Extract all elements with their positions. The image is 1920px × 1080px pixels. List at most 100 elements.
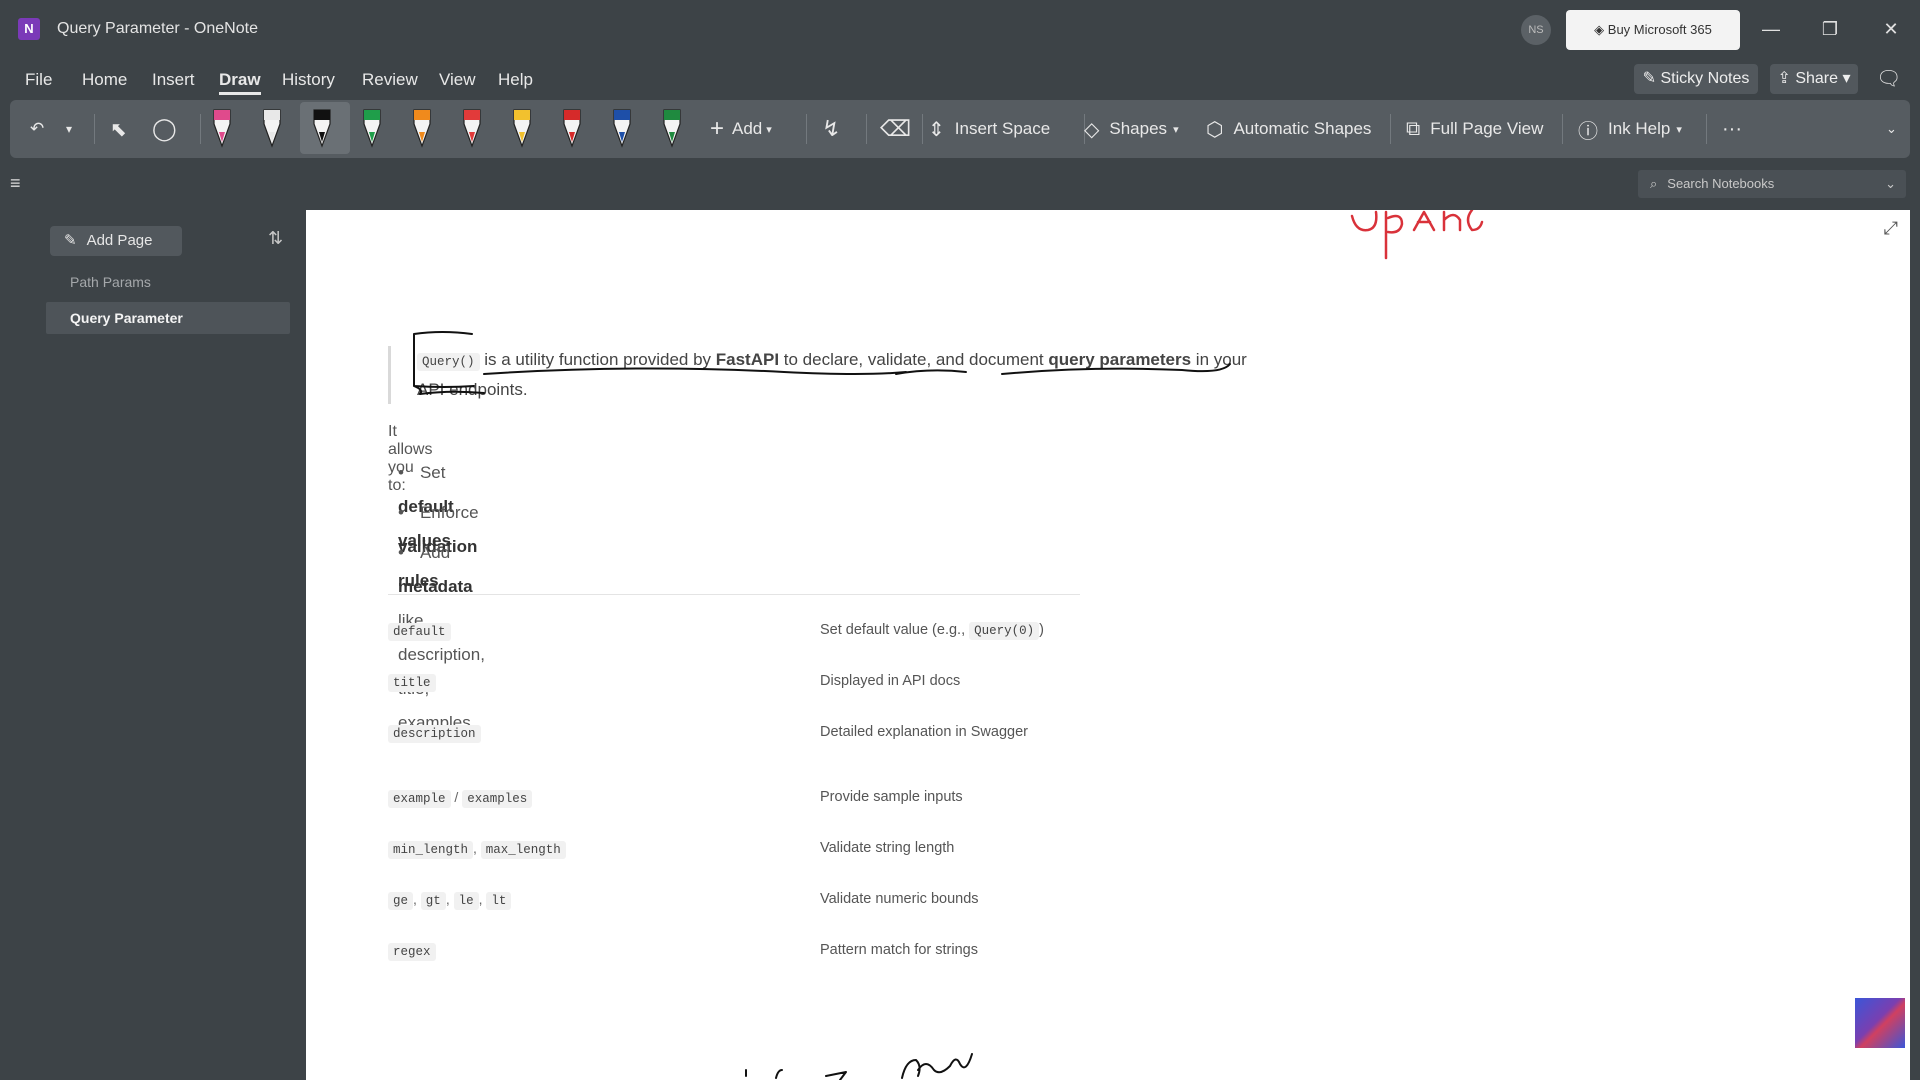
menu-view[interactable]: View	[439, 70, 476, 90]
menu-review[interactable]: Review	[362, 70, 418, 90]
pen-7-icon[interactable]	[513, 109, 531, 148]
param-separator: ,	[413, 891, 421, 907]
chevron-down-icon: ▾	[1838, 70, 1851, 87]
add-pen-button[interactable]: + Add ▾	[710, 100, 772, 158]
sticky-notes-label: Sticky Notes	[1660, 70, 1750, 87]
param-code: default	[388, 623, 451, 641]
pen-1-icon[interactable]	[213, 109, 231, 148]
pen-6-icon[interactable]	[463, 109, 481, 148]
table-row: title Displayed in API docs	[388, 663, 1088, 703]
quote-bold-fastapi: FastAPI	[715, 350, 780, 369]
sort-pages-icon[interactable]: ⇅	[268, 228, 283, 249]
param-cell: min_length, max_length	[388, 840, 566, 859]
minimize-icon[interactable]: —	[1756, 14, 1786, 44]
share-icon: ⇪	[1777, 70, 1796, 87]
pen-9-icon[interactable]	[613, 109, 631, 148]
hamburger-menu-icon[interactable]: ≡	[10, 174, 28, 192]
buy-microsoft-365-button[interactable]: ◈ Buy Microsoft 365	[1566, 10, 1740, 50]
param-cell: example / examples	[388, 789, 533, 808]
title-bar: N Query Parameter - OneNote NS ◈ Buy Mic…	[0, 0, 1920, 60]
menu-help[interactable]: Help	[498, 70, 533, 90]
corner-thumbnail-image	[1855, 998, 1905, 1048]
param-code: lt	[486, 892, 512, 910]
chevron-down-icon: ▾	[766, 123, 772, 136]
feature-list: Set default values Enforce validation ru…	[398, 456, 485, 732]
note-canvas[interactable]: ⤢ Query() is a utility function provided…	[306, 210, 1910, 1080]
comments-icon[interactable]: 🗨	[1876, 66, 1902, 92]
param-separator: ,	[445, 891, 454, 907]
chevron-down-icon: ▾	[1676, 123, 1682, 136]
quote-text: is a utility function provided by	[479, 350, 716, 369]
table-row: regex Pattern match for strings	[388, 932, 1088, 972]
search-icon: ⌕	[1650, 176, 1658, 191]
restore-icon[interactable]: ❐	[1815, 14, 1845, 44]
chevron-down-icon: ▾	[1173, 123, 1179, 136]
param-code: title	[388, 674, 436, 692]
pen-gallery[interactable]	[10, 100, 730, 158]
table-top-border	[388, 594, 1080, 595]
more-options-button[interactable]: ···	[1722, 100, 1742, 158]
intro-blockquote: Query() is a utility function provided b…	[388, 346, 1277, 404]
param-cell: description	[388, 724, 481, 743]
pen-10-icon[interactable]	[663, 109, 681, 148]
expand-icon[interactable]: ⤢	[1884, 218, 1898, 239]
ribbon-divider	[1390, 114, 1391, 144]
add-page-button[interactable]: ✎ Add Page	[50, 226, 182, 256]
black-ink-arrow	[745, 1053, 973, 1080]
table-row: example / examples Provide sample inputs	[388, 779, 1088, 819]
search-notebooks-field[interactable]: ⌕ Search Notebooks ⌄	[1638, 170, 1906, 198]
description-text: Set default value (e.g.,	[820, 622, 970, 638]
shapes-button[interactable]: ◇ Shapes ▾	[1084, 100, 1179, 158]
full-page-view-icon: ⧉	[1406, 117, 1421, 140]
chevron-down-icon[interactable]: ⌄	[1885, 170, 1896, 198]
quote-bold-query-parameters: query parameters	[1048, 350, 1192, 369]
pen-4-icon[interactable]	[363, 109, 381, 148]
param-code: min_length	[388, 841, 474, 859]
page-item-query-parameter[interactable]: Query Parameter	[46, 302, 290, 334]
ribbon-collapse-chevron-icon[interactable]: ⌄	[1886, 100, 1897, 158]
param-cell: default	[388, 622, 451, 641]
list-item: Set default values	[398, 456, 485, 550]
add-pen-label: Add	[732, 119, 763, 138]
help-circle-icon: ⓘ	[1578, 120, 1598, 143]
search-placeholder: Search Notebooks	[1667, 176, 1775, 191]
pen-8-icon[interactable]	[563, 109, 581, 148]
pen-3-icon[interactable]	[313, 109, 331, 148]
param-code: example	[388, 790, 451, 808]
table-row: default Set default value (e.g., Query(0…	[388, 612, 1088, 652]
pen-2-icon[interactable]	[263, 109, 281, 148]
ink-to-text-icon[interactable]: ↯	[822, 100, 840, 158]
share-button[interactable]: ⇪ Share ▾	[1770, 64, 1858, 94]
eraser-icon[interactable]: ⌫	[880, 100, 911, 158]
ink-help-button[interactable]: ⓘ Ink Help ▾	[1578, 100, 1682, 158]
share-label: Share	[1795, 70, 1839, 87]
param-cell: ge, gt, le, lt	[388, 891, 512, 910]
menu-draw[interactable]: Draw	[219, 70, 261, 95]
user-avatar[interactable]: NS	[1521, 15, 1551, 45]
close-icon[interactable]: ✕	[1876, 14, 1906, 44]
menu-file[interactable]: File	[25, 70, 52, 90]
list-item-text: Add	[419, 543, 451, 562]
insert-space-button[interactable]: ⇕ Insert Space	[928, 100, 1050, 158]
page-item-path-params[interactable]: Path Params	[46, 266, 290, 298]
red-ink-stroke	[1350, 210, 1484, 260]
insert-space-icon: ⇕	[928, 118, 945, 141]
param-code: description	[388, 725, 481, 743]
description-cell: Detailed explanation in Swagger	[820, 724, 1028, 740]
sticky-notes-button[interactable]: ✎ Sticky Notes	[1634, 64, 1758, 94]
description-cell: Pattern match for strings	[820, 942, 978, 958]
insert-space-label: Insert Space	[954, 119, 1051, 138]
pen-5-icon[interactable]	[413, 109, 431, 148]
menu-history[interactable]: History	[282, 70, 335, 90]
shapes-label: Shapes	[1109, 119, 1168, 138]
sticky-note-icon: ✎	[1642, 70, 1661, 87]
list-item-text: Set	[419, 463, 446, 482]
table-row: min_length, max_length Validate string l…	[388, 830, 1088, 870]
buy-microsoft-365-label: Buy Microsoft 365	[1607, 22, 1712, 37]
description-cell: Provide sample inputs	[820, 789, 963, 805]
automatic-shapes-button[interactable]: ⬡ Automatic Shapes	[1206, 100, 1371, 158]
menu-insert[interactable]: Insert	[152, 70, 195, 90]
menu-home[interactable]: Home	[82, 70, 127, 90]
param-code: regex	[388, 943, 436, 961]
full-page-view-button[interactable]: ⧉ Full Page View	[1406, 100, 1543, 158]
